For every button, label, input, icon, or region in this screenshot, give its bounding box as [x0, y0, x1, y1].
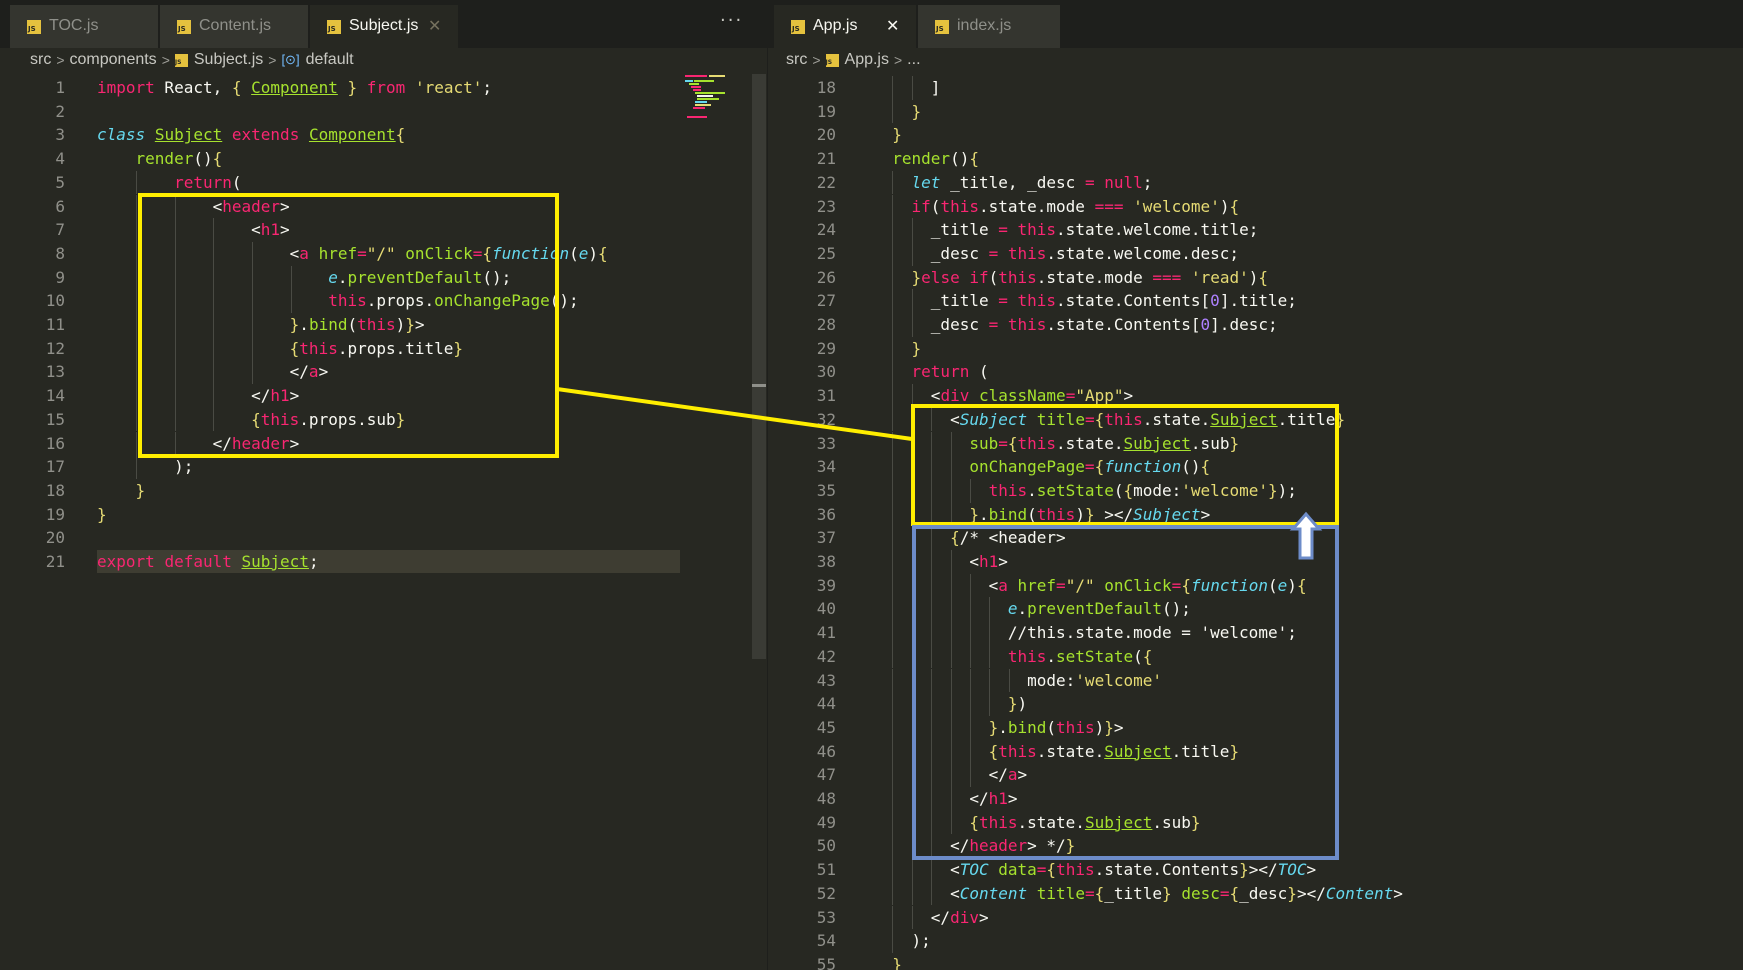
connector-line	[556, 387, 913, 441]
annotation-overlay	[138, 193, 1339, 860]
up-arrow-icon	[1289, 511, 1323, 560]
subject-header-highlight-box	[138, 193, 559, 458]
subject-component-highlight-box	[911, 404, 1339, 526]
commented-header-highlight-box	[912, 525, 1339, 860]
